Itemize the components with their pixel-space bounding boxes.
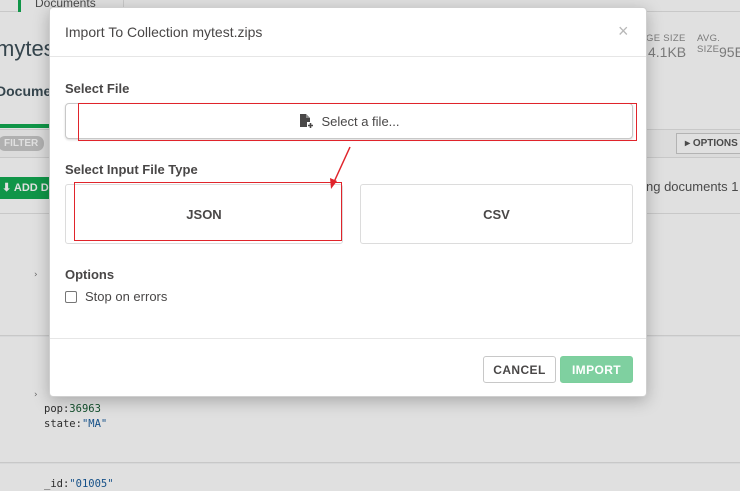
cancel-button[interactable]: CANCEL (483, 356, 556, 383)
modal-title: Import To Collection mytest.zips (65, 24, 263, 40)
import-modal: Import To Collection mytest.zips × Selec… (49, 7, 647, 397)
stop-on-errors-row[interactable]: Stop on errors (65, 289, 167, 304)
file-type-label: Select Input File Type (65, 162, 198, 177)
file-add-icon (300, 114, 315, 129)
close-icon[interactable]: × (618, 22, 629, 40)
csv-type-button[interactable]: CSV (360, 184, 633, 244)
import-button[interactable]: IMPORT (560, 356, 633, 383)
select-file-text: Select a file... (321, 113, 400, 129)
stop-on-errors-checkbox[interactable] (65, 290, 77, 303)
json-type-button[interactable]: JSON (65, 184, 343, 244)
options-label: Options (65, 267, 115, 282)
select-file-label: Select File (65, 81, 130, 96)
modal-footer: CANCEL IMPORT (50, 338, 646, 397)
modal-header: Import To Collection mytest.zips × (50, 8, 646, 57)
stop-on-errors-label: Stop on errors (85, 289, 168, 304)
select-file-button[interactable]: Select a file... (65, 103, 633, 139)
